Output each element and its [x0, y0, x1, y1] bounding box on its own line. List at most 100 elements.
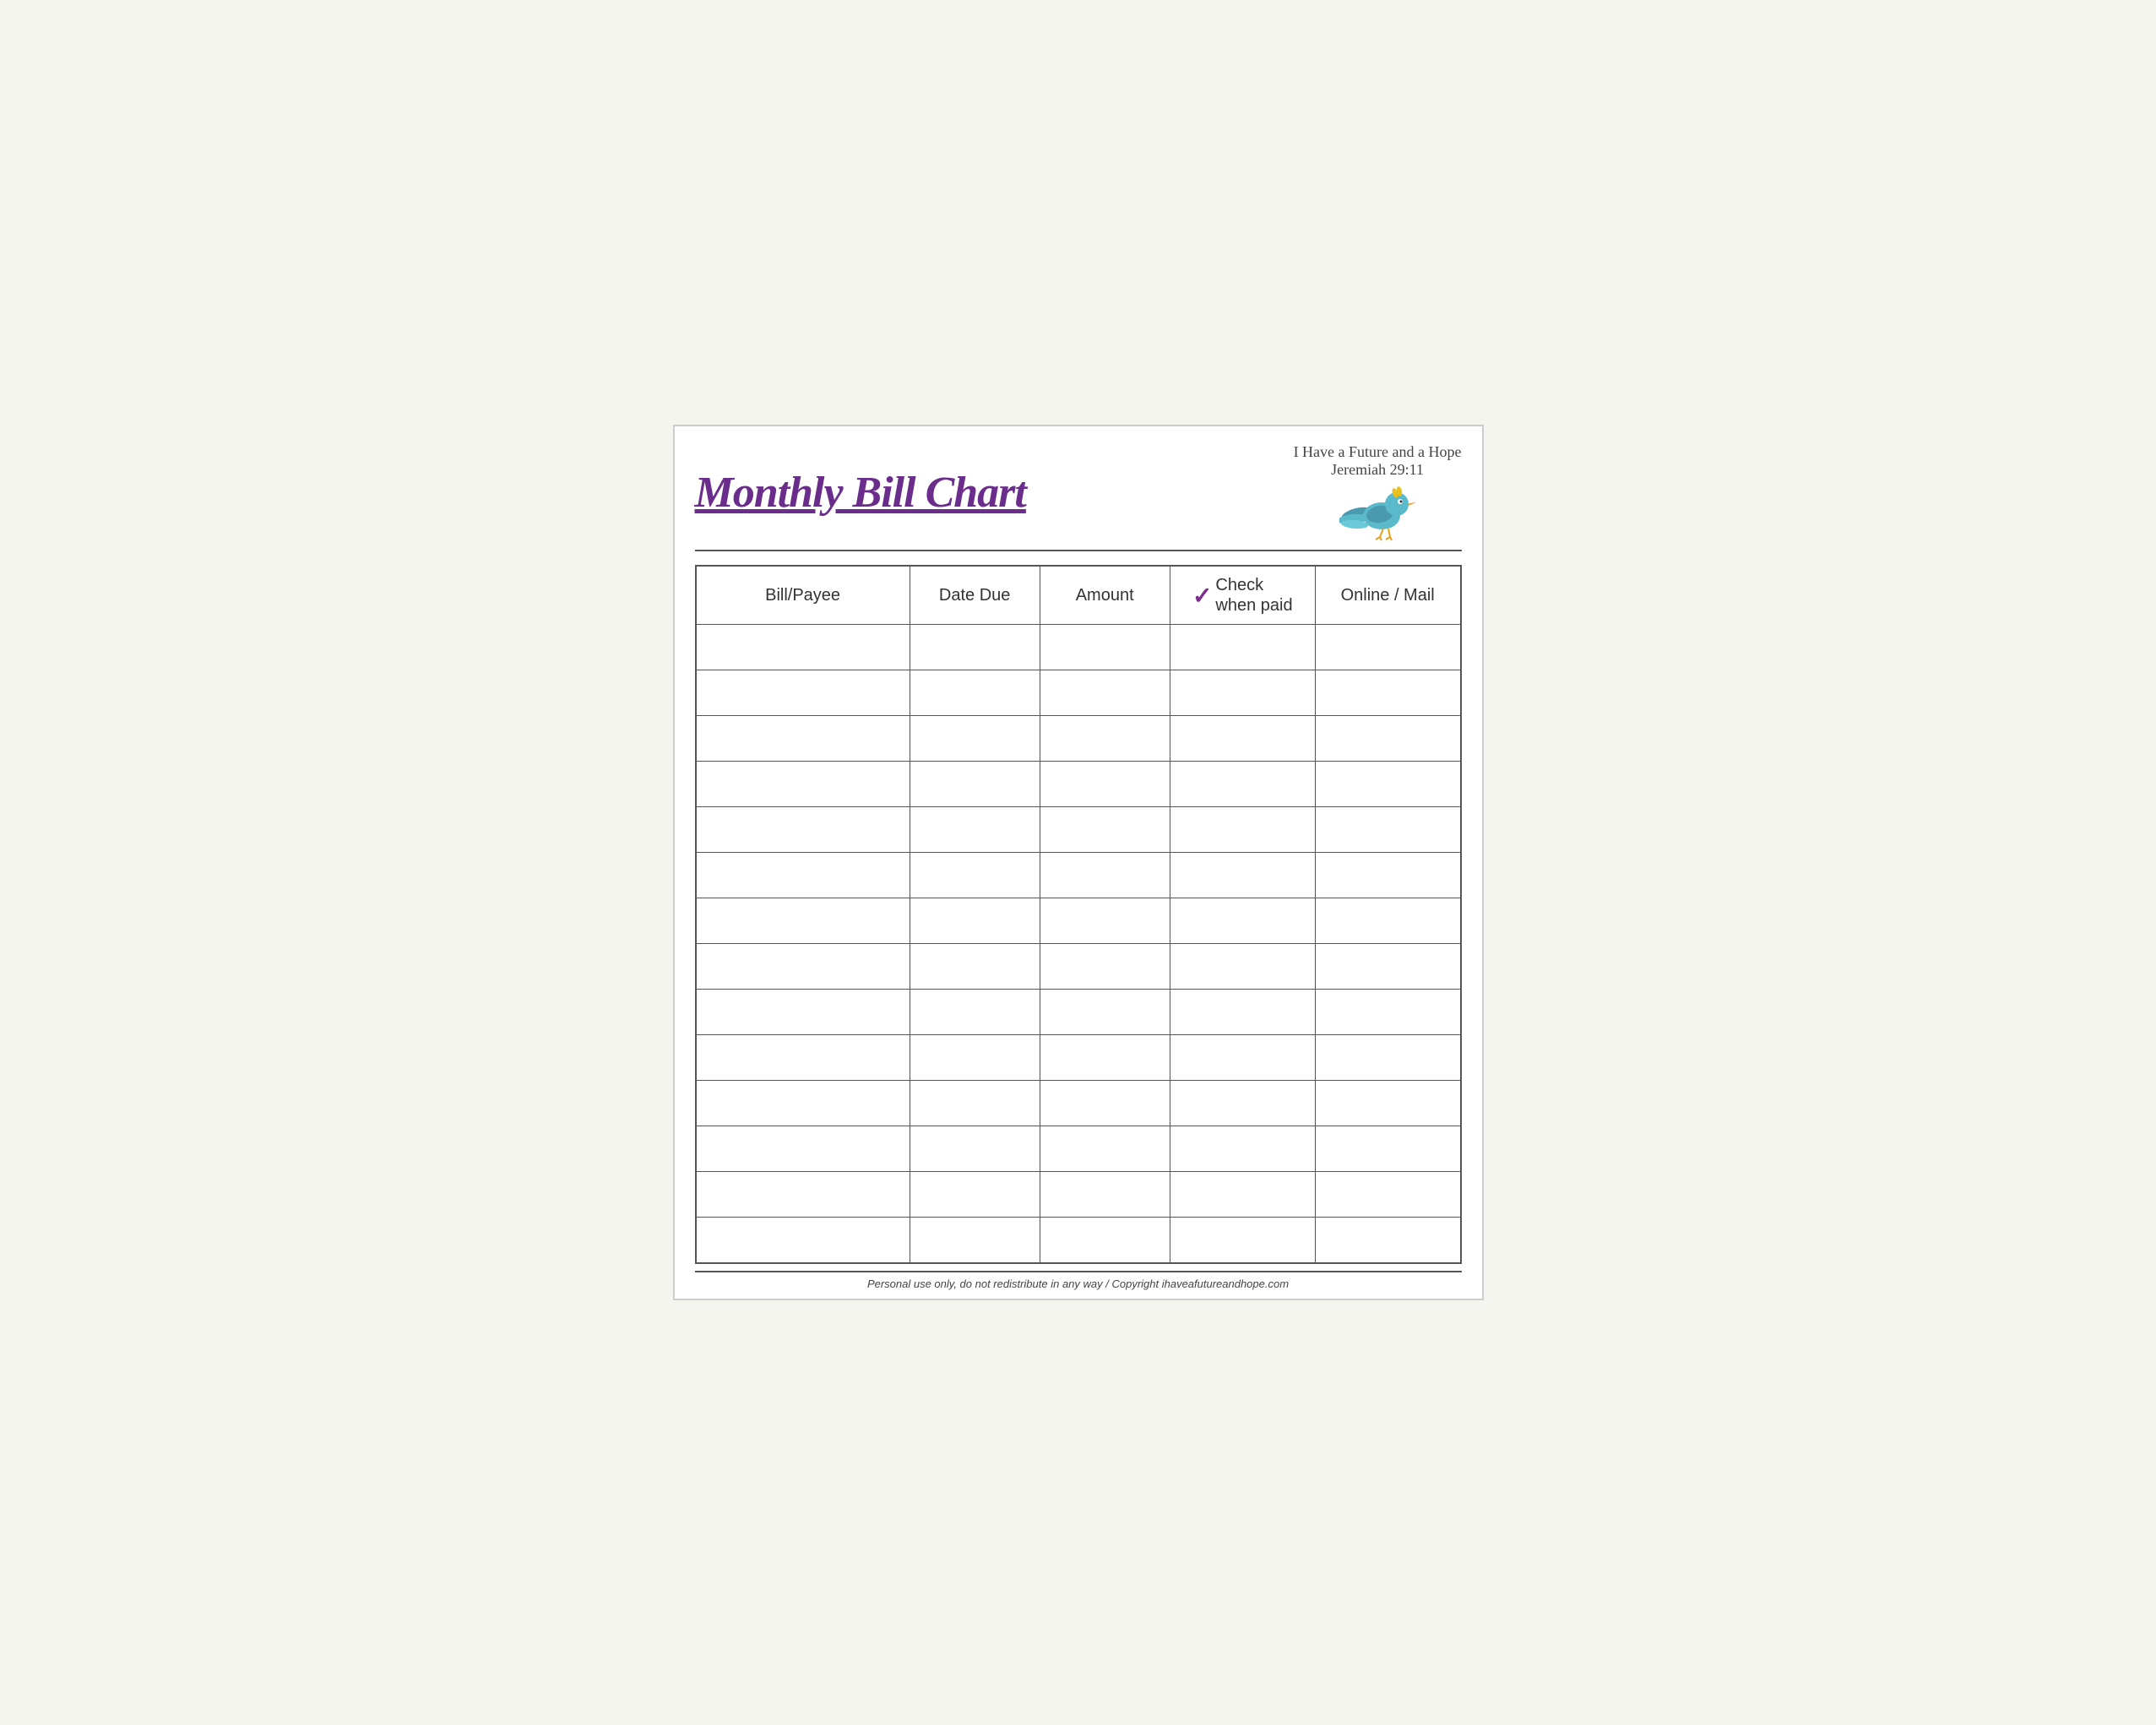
table-cell [1170, 716, 1315, 762]
table-cell [1040, 990, 1170, 1035]
table-cell [1170, 1126, 1315, 1172]
table-cell [696, 1035, 910, 1081]
table-cell [1170, 898, 1315, 944]
table-cell [1315, 625, 1460, 670]
table-cell [1170, 853, 1315, 898]
col-header-date: Date Due [910, 566, 1040, 625]
table-row [696, 762, 1461, 807]
table-row [696, 716, 1461, 762]
table-cell [1315, 670, 1460, 716]
table-row [696, 898, 1461, 944]
col-header-online: Online / Mail [1315, 566, 1460, 625]
table-cell [910, 670, 1040, 716]
table-cell [910, 898, 1040, 944]
table-cell [696, 1081, 910, 1126]
table-cell [696, 1126, 910, 1172]
table-row [696, 1035, 1461, 1081]
col-header-check: ✓ Check when paid [1170, 566, 1315, 625]
table-cell [1315, 1035, 1460, 1081]
table-cell [1315, 853, 1460, 898]
table-cell [1315, 1081, 1460, 1126]
col-header-bill: Bill/Payee [696, 566, 910, 625]
table-cell [1315, 944, 1460, 990]
check-when-paid-text: Check when paid [1215, 575, 1292, 616]
table-cell [696, 716, 910, 762]
table-cell [1315, 1126, 1460, 1172]
table-cell [1040, 853, 1170, 898]
table-cell [1170, 1218, 1315, 1263]
table-cell [696, 898, 910, 944]
table-cell [1040, 762, 1170, 807]
table-cell [696, 853, 910, 898]
table-cell [696, 625, 910, 670]
table-cell [696, 1218, 910, 1263]
page-title: Monthly Bill Chart [695, 468, 1026, 518]
bill-table: Bill/Payee Date Due Amount ✓ Check when … [695, 565, 1462, 1264]
table-cell [1170, 1081, 1315, 1126]
table-cell [1170, 670, 1315, 716]
table-cell [1040, 1218, 1170, 1263]
table-cell [910, 625, 1040, 670]
tagline: I Have a Future and a Hope Jeremiah 29:1… [1294, 443, 1462, 479]
bird-icon [1339, 482, 1415, 541]
page-container: Monthly Bill Chart I Have a Future and a… [673, 425, 1484, 1300]
table-row [696, 670, 1461, 716]
table-cell [1040, 716, 1170, 762]
table-cell [1040, 1035, 1170, 1081]
table-cell [1170, 1035, 1315, 1081]
table-cell [1040, 670, 1170, 716]
table-cell [1040, 625, 1170, 670]
table-cell [696, 990, 910, 1035]
header: Monthly Bill Chart I Have a Future and a… [695, 443, 1462, 551]
table-cell [1170, 625, 1315, 670]
table-cell [1170, 944, 1315, 990]
table-row [696, 1218, 1461, 1263]
header-right: I Have a Future and a Hope Jeremiah 29:1… [1294, 443, 1462, 541]
table-cell [696, 944, 910, 990]
table-cell [1315, 762, 1460, 807]
table-cell [1040, 1081, 1170, 1126]
table-cell [1040, 944, 1170, 990]
table-cell [1040, 898, 1170, 944]
table-cell [910, 807, 1040, 853]
table-cell [696, 1172, 910, 1218]
table-cell [696, 670, 910, 716]
table-cell [910, 1218, 1040, 1263]
table-cell [1315, 1172, 1460, 1218]
table-cell [910, 762, 1040, 807]
table-cell [1040, 807, 1170, 853]
table-row [696, 944, 1461, 990]
table-cell [1170, 1172, 1315, 1218]
table-cell [910, 1081, 1040, 1126]
table-row [696, 1172, 1461, 1218]
table-cell [1315, 1218, 1460, 1263]
table-cell [1315, 898, 1460, 944]
table-cell [1315, 807, 1460, 853]
check-mark-icon: ✓ [1192, 582, 1212, 610]
table-cell [910, 944, 1040, 990]
table-cell [696, 762, 910, 807]
table-row [696, 990, 1461, 1035]
table-cell [1170, 807, 1315, 853]
table-row [696, 807, 1461, 853]
table-cell [910, 1126, 1040, 1172]
table-cell [1170, 762, 1315, 807]
footer: Personal use only, do not redistribute i… [695, 1271, 1462, 1290]
table-body [696, 625, 1461, 1263]
table-cell [1315, 990, 1460, 1035]
table-header-row: Bill/Payee Date Due Amount ✓ Check when … [696, 566, 1461, 625]
table-cell [910, 1035, 1040, 1081]
table-cell [910, 853, 1040, 898]
table-cell [1040, 1172, 1170, 1218]
table-cell [696, 807, 910, 853]
table-cell [910, 716, 1040, 762]
table-row [696, 1126, 1461, 1172]
table-cell [910, 990, 1040, 1035]
table-row [696, 853, 1461, 898]
table-row [696, 625, 1461, 670]
table-cell [1170, 990, 1315, 1035]
table-row [696, 1081, 1461, 1126]
table-cell [1040, 1126, 1170, 1172]
table-cell [910, 1172, 1040, 1218]
table-cell [1315, 716, 1460, 762]
